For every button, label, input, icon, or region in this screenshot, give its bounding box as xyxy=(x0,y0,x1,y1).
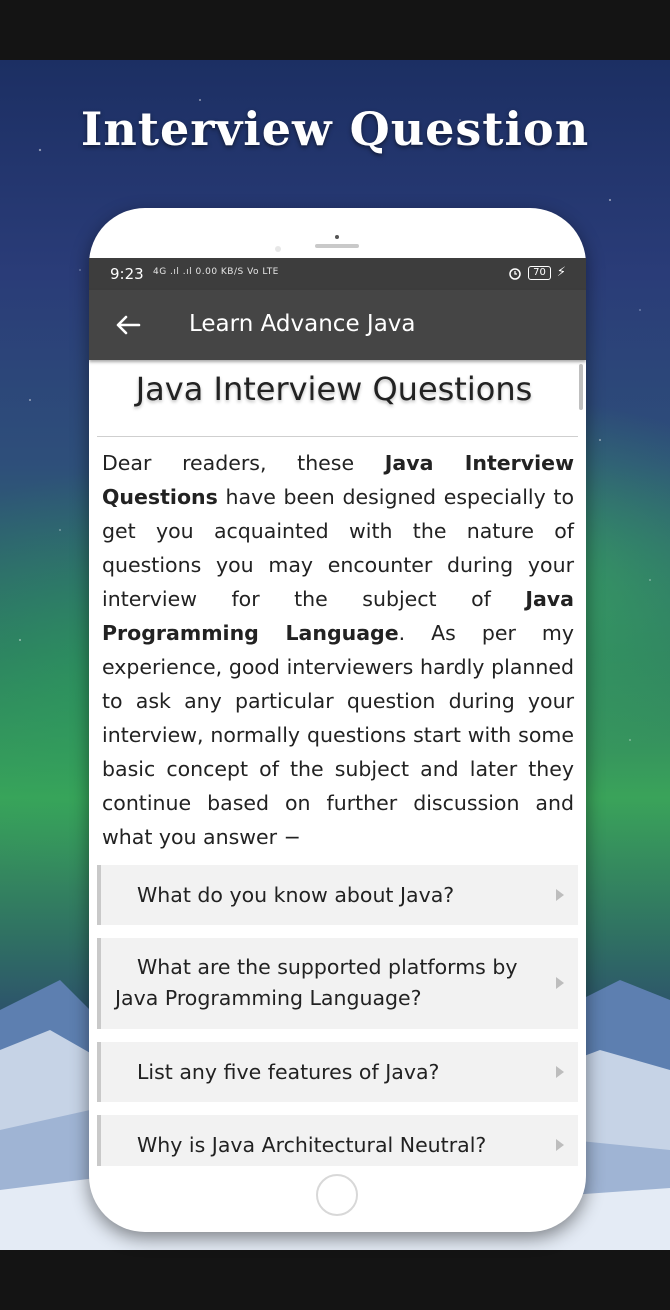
phone-screen: 9:23 4G .ıl .ıl 0.00 KB/S Vo LTE 70 ⚡ Le… xyxy=(89,258,586,1166)
intro-text-3: . As per my experience, good interviewer… xyxy=(102,621,574,849)
question-item[interactable]: List any five features of Java? xyxy=(97,1042,578,1102)
app-bar: Learn Advance Java xyxy=(89,290,586,360)
back-arrow-icon[interactable] xyxy=(115,314,141,336)
content-scroll-area[interactable]: Java Interview Questions Dear readers, t… xyxy=(89,360,586,1166)
app-title: Learn Advance Java xyxy=(189,311,416,337)
home-button[interactable] xyxy=(316,1174,358,1216)
page-heading: Java Interview Questions xyxy=(135,370,533,408)
question-item[interactable]: What do you know about Java? xyxy=(97,865,578,925)
question-label: List any five features of Java? xyxy=(137,1060,440,1084)
alarm-icon xyxy=(509,267,521,280)
intro-text-1: Dear readers, these xyxy=(102,451,385,475)
chevron-right-icon xyxy=(556,889,564,901)
chevron-right-icon xyxy=(556,977,564,989)
chevron-right-icon xyxy=(556,1066,564,1078)
heading-divider xyxy=(97,436,578,437)
bottom-black-bar xyxy=(0,1250,670,1310)
speaker-grille xyxy=(315,244,359,248)
phone-mockup: 9:23 4G .ıl .ıl 0.00 KB/S Vo LTE 70 ⚡ Le… xyxy=(89,208,586,1232)
signal-indicators: 4G .ıl .ıl 0.00 KB/S Vo LTE xyxy=(153,267,279,277)
status-time: 9:23 xyxy=(110,265,144,283)
question-label-line-1: What are the supported platforms by xyxy=(137,955,518,979)
camera-icon xyxy=(335,235,339,239)
scrollbar[interactable] xyxy=(579,364,583,410)
sensor xyxy=(275,246,281,252)
top-black-bar xyxy=(0,0,670,60)
charging-icon: ⚡ xyxy=(556,265,566,280)
intro-paragraph: Dear readers, these Java Interview Quest… xyxy=(102,446,574,854)
status-bar: 9:23 4G .ıl .ıl 0.00 KB/S Vo LTE 70 ⚡ xyxy=(89,258,586,290)
question-item[interactable]: What are the supported platforms by Java… xyxy=(97,938,578,1029)
promo-headline: Interview Question xyxy=(80,102,590,156)
question-label: Why is Java Architectural Neutral? xyxy=(137,1133,487,1157)
question-item[interactable]: Why is Java Architectural Neutral? xyxy=(97,1115,578,1166)
question-label: What do you know about Java? xyxy=(137,883,455,907)
status-right-icons: 70 ⚡ xyxy=(508,265,566,280)
battery-icon: 70 xyxy=(528,265,551,280)
chevron-right-icon xyxy=(556,1139,564,1151)
question-label-line-2: Java Programming Language? xyxy=(115,986,422,1010)
